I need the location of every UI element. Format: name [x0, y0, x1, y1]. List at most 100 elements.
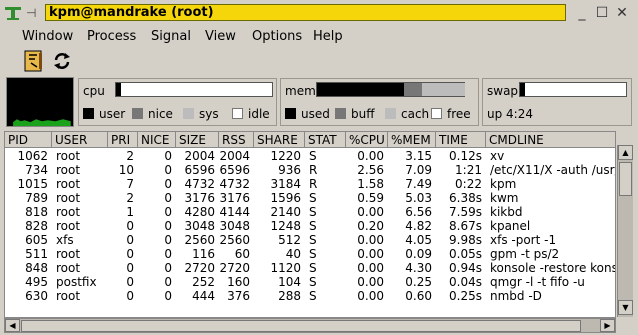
- scroll-left-icon[interactable]: ◀: [5, 319, 20, 332]
- table-row[interactable]: 1015 root 7 0 4732 4732 3184 R 1.58 7.49 0:22 kpm: [5, 177, 615, 191]
- pin-icon[interactable]: ⊣: [26, 6, 40, 20]
- cell-share: 104: [278, 275, 301, 289]
- menu-process[interactable]: Process: [87, 27, 136, 46]
- horizontal-scrollbar[interactable]: ◀ ▶: [4, 318, 616, 333]
- column-header-time[interactable]: TIME: [436, 132, 486, 148]
- table-row[interactable]: 495 postfix 0 0 252 160 104 S 0.00 0.25 0.04s qmgr …: [5, 275, 615, 289]
- cell-cmdline: kikbd: [490, 205, 523, 219]
- cell-cmdline: qmgr -l -t fifo -u: [490, 275, 585, 289]
- menu-window[interactable]: Window: [22, 27, 73, 46]
- cell-share: 1248: [270, 219, 301, 233]
- table-row[interactable]: 605 xfs 0 0 2560 2560 512 S 0.00 4.05 9.98s xfs -po…: [5, 233, 615, 247]
- cell-cmdline: kpanel: [490, 219, 531, 233]
- cell-pri: 1: [126, 205, 134, 219]
- cell-cpu: 0.00: [357, 261, 384, 275]
- close-icon[interactable]: ✕: [614, 5, 630, 21]
- minimize-icon[interactable]: _: [574, 5, 590, 21]
- cell-cpu: 0.20: [357, 219, 384, 233]
- cell-nice: 0: [164, 275, 172, 289]
- vertical-scroll-thumb[interactable]: [619, 162, 632, 196]
- cell-time: 6.38s: [449, 191, 482, 205]
- cell-rss: 376: [227, 289, 250, 303]
- cell-time: 1:21: [455, 163, 482, 177]
- scroll-down-icon[interactable]: ▼: [618, 300, 633, 315]
- cell-user: root: [56, 219, 81, 233]
- column-header-mem[interactable]: %MEM: [388, 132, 436, 148]
- table-row[interactable]: 1062 root 2 0 2004 2004 1220 S 0.00 3.15 0.12s xv: [5, 149, 615, 163]
- column-header-rss[interactable]: RSS: [219, 132, 254, 148]
- cell-cmdline: konsole -restore konso: [490, 261, 616, 275]
- menu-options[interactable]: Options: [252, 27, 302, 46]
- table-row[interactable]: 818 root 1 0 4280 4144 2140 S 0.00 6.56 7.59s kikbd: [5, 205, 615, 219]
- process-tool-icon[interactable]: [23, 49, 45, 73]
- cell-mem: 0.09: [405, 247, 432, 261]
- cell-rss: 2560: [219, 233, 250, 247]
- column-header-share[interactable]: SHARE: [254, 132, 305, 148]
- column-header-pid[interactable]: PID: [5, 132, 52, 148]
- cell-time: 9.98s: [449, 233, 482, 247]
- kpm-app-icon[interactable]: [4, 5, 22, 21]
- cell-nice: 0: [164, 149, 172, 163]
- column-header-size[interactable]: SIZE: [176, 132, 219, 148]
- horizontal-scroll-thumb[interactable]: [21, 320, 581, 332]
- cell-user: postfix: [56, 275, 97, 289]
- column-header-pri[interactable]: PRI: [108, 132, 138, 148]
- cell-mem: 4.05: [405, 233, 432, 247]
- cell-stat: S: [309, 247, 317, 261]
- cell-size: 2004: [184, 149, 215, 163]
- cell-cmdline: xfs -port -1: [490, 233, 557, 247]
- table-row[interactable]: 734 root 10 0 6596 6596 936 R 2.56 7.09 1:21/etc/X…: [5, 163, 616, 177]
- cell-pri: 0: [126, 275, 134, 289]
- column-header-stat[interactable]: STAT: [305, 132, 346, 148]
- mem-meter: mem used buff cach free: [280, 78, 479, 126]
- cpu-legend-user: user: [83, 107, 125, 121]
- cell-cmdline: kwm: [490, 191, 519, 205]
- cell-stat: S: [309, 289, 317, 303]
- cell-user: root: [56, 191, 81, 205]
- cell-time: 0.94s: [449, 261, 482, 275]
- scroll-up-icon[interactable]: ▲: [618, 145, 633, 160]
- cell-stat: S: [309, 219, 317, 233]
- menu-bar: Window Process Signal View Options Help: [0, 27, 638, 46]
- cell-pid: 789: [25, 191, 48, 205]
- table-row[interactable]: 828 root 0 0 3048 3048 1248 S 0.20 4.82 8.67s kpane…: [5, 219, 615, 233]
- cell-cmdline: /etc/X11/X -auth /usr/X: [490, 163, 616, 177]
- scroll-right-icon[interactable]: ▶: [600, 319, 615, 332]
- cell-pid: 828: [25, 219, 48, 233]
- cell-share: 288: [278, 289, 301, 303]
- menu-signal[interactable]: Signal: [151, 27, 191, 46]
- cell-rss: 2720: [219, 261, 250, 275]
- swap-label: swap: [487, 84, 519, 98]
- cell-stat: S: [309, 205, 317, 219]
- cell-pri: 0: [126, 247, 134, 261]
- cpu-meter: cpu user nice sys idle: [78, 78, 277, 126]
- table-row[interactable]: 789 root 2 0 3176 3176 1596 S 0.59 5.03 6.38s kwm: [5, 191, 615, 205]
- column-header-cpu[interactable]: %CPU: [346, 132, 388, 148]
- menu-help[interactable]: Help: [313, 27, 343, 46]
- cell-rss: 4144: [219, 205, 250, 219]
- cell-nice: 0: [164, 205, 172, 219]
- cell-share: 936: [278, 163, 301, 177]
- maximize-icon[interactable]: ☐: [594, 5, 610, 21]
- cell-nice: 0: [164, 177, 172, 191]
- cell-pri: 10: [118, 163, 134, 177]
- refresh-icon[interactable]: [51, 49, 73, 73]
- table-row[interactable]: 848 root 0 0 2720 2720 1120 S 0.00 4.30 0.94s konso…: [5, 261, 616, 275]
- cell-size: 444: [192, 289, 215, 303]
- cell-rss: 160: [227, 275, 250, 289]
- vertical-scrollbar[interactable]: ▲ ▼: [617, 145, 633, 317]
- cell-nice: 0: [164, 289, 172, 303]
- column-header-cmdline[interactable]: CMDLINE: [486, 132, 615, 148]
- load-graph: [6, 77, 74, 127]
- column-header-user[interactable]: USER: [52, 132, 108, 148]
- cell-share: 2140: [270, 205, 301, 219]
- cell-user: root: [56, 247, 81, 261]
- cpu-legend-nice: nice: [132, 107, 173, 121]
- menu-view[interactable]: View: [205, 27, 236, 46]
- cell-nice: 0: [164, 247, 172, 261]
- cell-stat: S: [309, 275, 317, 289]
- column-header-nice[interactable]: NICE: [138, 132, 176, 148]
- table-row[interactable]: 511 root 0 0 116 60 40 S 0.00 0.09 0.05s gpm -t ps/…: [5, 247, 615, 261]
- table-row[interactable]: 630 root 0 0 444 376 288 S 0.00 0.60 0.25s nmbd -D: [5, 289, 615, 303]
- cell-mem: 4.82: [405, 219, 432, 233]
